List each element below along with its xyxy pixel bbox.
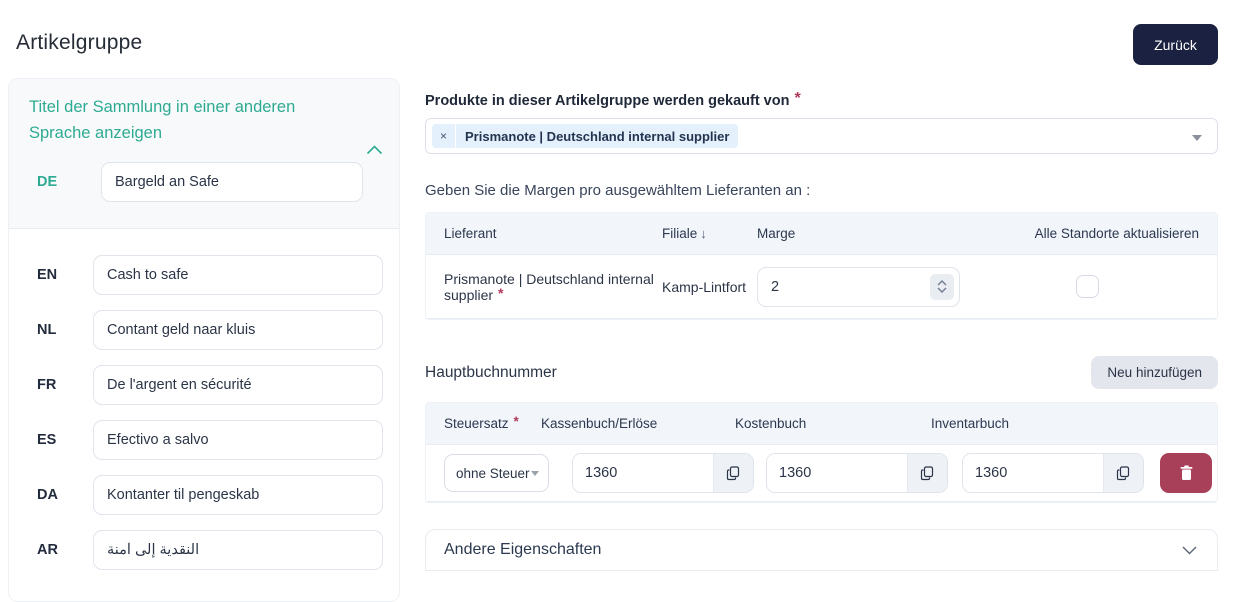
language-code-label: DE [37,174,58,191]
ledger-title: Hauptbuchnummer [425,363,557,381]
language-row-ar: AR [21,530,383,571]
col-marge: Marge [757,226,796,241]
language-code-label: AR [37,542,58,559]
language-code-label: ES [37,432,57,449]
language-row-de: DE [29,162,383,203]
language-title-input-nl[interactable] [93,310,383,351]
col-steuersatz-label: Steuersatz [444,416,509,431]
ledger-table-header: Steuersatz * Kassenbuch/Erlöse Kostenbuch… [426,403,1217,445]
delete-row-button[interactable] [1160,453,1212,493]
cash-ledger-input[interactable] [573,454,713,492]
required-marker: * [513,414,519,429]
main-area: Titel der Sammlung in einer anderen Spra… [0,78,1235,602]
language-panel-header: Titel der Sammlung in einer anderen Spra… [9,79,399,229]
col-filiale-label: Filiale [662,226,698,241]
copy-icon[interactable] [1103,454,1143,492]
col-lieferant: Lieferant [444,226,497,241]
back-button[interactable]: Zurück [1133,24,1218,65]
language-row-nl: NL [21,310,383,351]
chevron-down-icon [1182,546,1197,555]
supplier-field: Produkte in dieser Artikelgruppe werden … [425,90,1218,154]
supplier-chip: × Prismanote | Deutschland internal supp… [432,124,739,148]
language-row-da: DA [21,475,383,516]
col-update-all: Alle Standorte aktualisieren [1034,226,1199,241]
language-title-input-en[interactable] [93,255,383,296]
required-marker: * [498,284,504,301]
language-row-es: ES [21,420,383,461]
update-all-checkbox[interactable] [1075,275,1099,298]
chevron-down-icon[interactable] [1192,135,1202,141]
sort-arrow-icon[interactable]: ↓ [700,226,707,241]
language-title-input-fr[interactable] [93,365,383,406]
cost-ledger-input[interactable] [767,454,907,492]
cost-input-group [766,453,948,493]
ledger-table-row: ohne Steuer [426,445,1217,502]
language-titles-panel: Titel der Sammlung in einer anderen Spra… [8,78,400,602]
margins-intro: Geben Sie die Margen pro ausgewähltem Li… [425,182,811,199]
col-steuersatz: Steuersatz * [426,414,541,431]
supplier-label: Produkte in dieser Artikelgruppe werden … [425,93,790,109]
language-code-label: NL [37,322,57,339]
ledger-section-header: Hauptbuchnummer Neu hinzufügen [425,356,1218,389]
language-row-en: EN [21,255,383,296]
col-kassenbuch: Kassenbuch/Erlöse [541,416,658,431]
tax-select[interactable]: ohne Steuer [444,454,549,492]
inventory-input-group [962,453,1144,493]
supplier-select[interactable]: × Prismanote | Deutschland internal supp… [425,118,1218,154]
content-area: Produkte in dieser Artikelgruppe werden … [425,78,1218,571]
language-title-input-da[interactable] [93,475,383,516]
stepper-icon[interactable] [930,273,954,300]
branch-cell: Kamp-Lintfort [662,278,747,295]
page-title: Artikelgruppe [16,31,143,54]
margins-table-header: Lieferant Filiale ↓ Marge Alle Standorte … [426,213,1217,255]
language-title-input-es[interactable] [93,420,383,461]
add-ledger-button[interactable]: Neu hinzufügen [1091,356,1218,389]
topbar: Artikelgruppe Zurück [0,0,1235,78]
supplier-cell: Prismanote | Deutschland internal suppli… [426,271,662,303]
margins-table: Lieferant Filiale ↓ Marge Alle Standorte … [425,212,1218,320]
copy-icon[interactable] [907,454,947,492]
margins-table-row: Prismanote | Deutschland internal suppli… [426,255,1217,319]
required-marker: * [794,90,801,107]
col-kostenbuch: Kostenbuch [735,416,807,431]
supplier-name: Prismanote | Deutschland internal suppli… [444,270,654,303]
language-row-fr: FR [21,365,383,406]
language-panel-heading: Titel der Sammlung in einer anderen Spra… [29,98,296,142]
inventory-ledger-input[interactable] [963,454,1103,492]
language-code-label: DA [37,487,58,504]
other-properties-accordion[interactable]: Andere Eigenschaften [425,529,1218,571]
copy-icon[interactable] [713,454,753,492]
remove-chip-icon[interactable]: × [432,124,457,148]
language-title-input-de[interactable] [101,162,363,203]
language-code-label: FR [37,377,57,394]
trash-icon [1179,465,1194,481]
language-code-label: EN [37,267,58,284]
other-properties-title: Andere Eigenschaften [444,541,602,558]
ledger-row-cells: ohne Steuer [426,453,1217,493]
chevron-up-icon[interactable] [366,145,383,155]
cash-input-group [572,453,754,493]
language-panel-body: EN NL FR ES DA AR [9,228,399,602]
ledger-table: Steuersatz * Kassenbuch/Erlöse Kostenbuch… [425,402,1218,503]
chevron-down-icon [531,470,539,476]
language-title-input-ar[interactable] [93,530,383,571]
update-all-cell [987,275,1217,298]
col-filiale: Filiale ↓ [662,226,757,241]
col-inventarbuch: Inventarbuch [931,416,1010,431]
tax-select-value: ohne Steuer [456,465,530,481]
supplier-chip-label: Prismanote | Deutschland internal suppli… [465,128,730,144]
margin-cell [757,266,987,307]
